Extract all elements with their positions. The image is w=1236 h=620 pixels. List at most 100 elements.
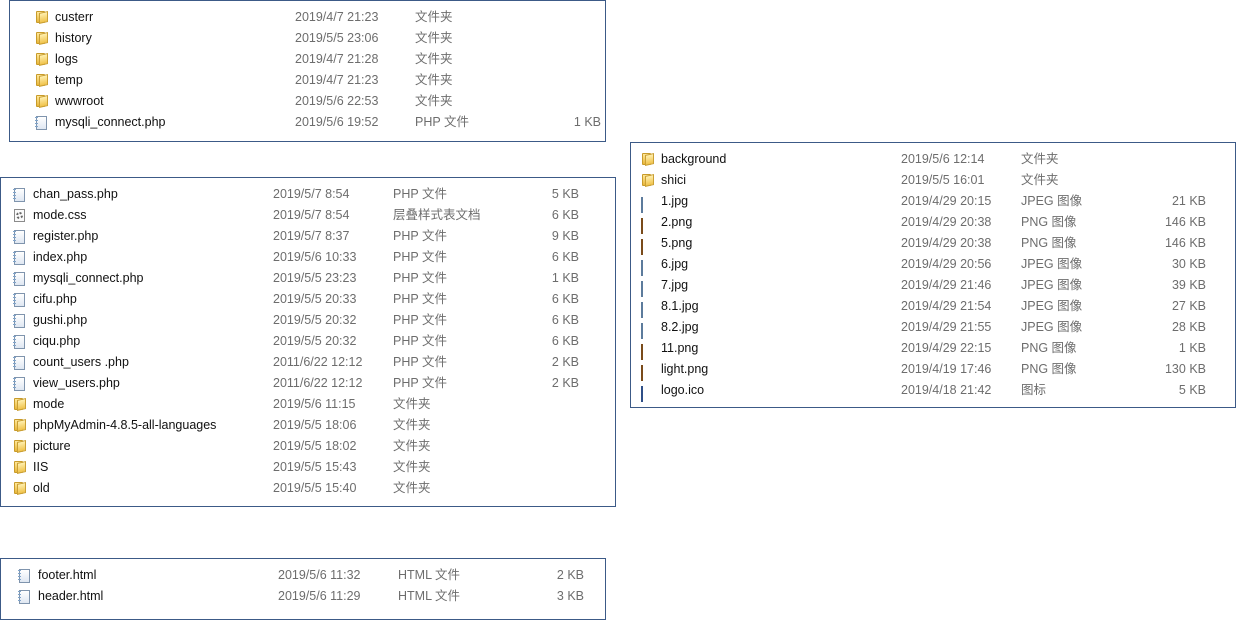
file-list-panel-top-left: custerr 2019/4/7 21:23 文件夹 history 2019/5/5 … [9,0,606,142]
file-row[interactable]: chan_pass.php 2019/5/7 8:54 PHP 文件 5 KB [1,184,615,205]
file-row[interactable]: 8.1.jpg 2019/4/29 21:54 JPEG 图像 27 KB [631,296,1235,318]
file-date-modified: 2019/5/5 16:01 [901,173,985,187]
png-image-icon [641,342,655,360]
file-type: 文件夹 [415,10,453,24]
file-row[interactable]: 6.jpg 2019/4/29 20:56 JPEG 图像 30 KB [631,254,1235,276]
file-row[interactable]: background 2019/5/6 12:14 文件夹 [631,149,1235,170]
file-row[interactable]: wwwroot 2019/5/6 22:53 文件夹 [10,91,605,112]
file-row[interactable]: logs 2019/4/7 21:28 文件夹 [10,49,605,70]
file-row[interactable]: mode 2019/5/6 11:15 文件夹 [1,394,615,415]
file-row[interactable]: old 2019/5/5 15:40 文件夹 [1,478,615,499]
file-type: 文件夹 [393,418,431,432]
file-size: 5 KB [1178,383,1206,397]
php-file-icon [13,293,27,307]
file-row[interactable]: custerr 2019/4/7 21:23 文件夹 [10,7,605,28]
folder-icon [641,174,655,187]
file-row[interactable]: phpMyAdmin-4.8.5-all-languages 2019/5/5 1… [1,415,615,436]
file-type: JPEG 图像 [1021,278,1083,292]
folder-icon [35,53,49,66]
file-date-modified: 2011/6/22 12:12 [273,355,363,369]
file-date-modified: 2019/5/5 15:43 [273,460,357,474]
file-type: PNG 图像 [1021,236,1077,250]
file-date-modified: 2019/5/6 22:53 [295,94,379,108]
file-date-modified: 2019/5/5 18:06 [273,418,357,432]
file-type: PHP 文件 [393,229,447,243]
file-type: JPEG 图像 [1021,257,1083,271]
file-name: 6.jpg [661,257,689,271]
file-type: PHP 文件 [393,271,447,285]
file-size: 2 KB [556,568,584,582]
file-row[interactable]: 7.jpg 2019/4/29 21:46 JPEG 图像 39 KB [631,275,1235,297]
file-row[interactable]: header.html 2019/5/6 11:29 HTML 文件 3 KB [1,586,605,607]
file-row[interactable]: 5.png 2019/4/29 20:38 PNG 图像 146 KB [631,233,1235,255]
php-file-icon [13,377,27,391]
file-name: ciqu.php [33,334,81,348]
file-type: JPEG 图像 [1021,320,1083,334]
file-type: PHP 文件 [393,376,447,390]
file-row[interactable]: IIS 2019/5/5 15:43 文件夹 [1,457,615,478]
file-type: 文件夹 [415,31,453,45]
file-name: cifu.php [33,292,77,306]
file-row[interactable]: cifu.php 2019/5/5 20:33 PHP 文件 6 KB [1,289,615,310]
folder-icon [35,11,49,24]
file-row[interactable]: temp 2019/4/7 21:23 文件夹 [10,70,605,91]
file-date-modified: 2019/5/5 20:32 [273,334,357,348]
file-name: 11.png [661,341,699,355]
file-row[interactable]: mysqli_connect.php 2019/5/5 23:23 PHP 文件 1 … [1,268,615,289]
file-type: PNG 图像 [1021,215,1077,229]
file-size: 6 KB [551,313,579,327]
file-name: footer.html [38,568,97,582]
file-date-modified: 2019/4/29 20:56 [901,257,992,271]
file-size: 28 KB [1171,320,1206,334]
folder-icon [13,419,27,432]
file-row[interactable]: view_users.php 2011/6/22 12:12 PHP 文件 2 KB [1,373,615,394]
file-row[interactable]: register.php 2019/5/7 8:37 PHP 文件 9 KB [1,226,615,247]
file-row[interactable]: index.php 2019/5/6 10:33 PHP 文件 6 KB [1,247,615,268]
file-row[interactable]: history 2019/5/5 23:06 文件夹 [10,28,605,49]
file-row[interactable]: count_users .php 2011/6/22 12:12 PHP 文件 2 K… [1,352,615,373]
jpeg-image-icon [641,321,655,339]
file-row[interactable]: light.png 2019/4/19 17:46 PNG 图像 130 KB [631,359,1235,381]
file-list-panel-right: background 2019/5/6 12:14 文件夹 shici 2019/5/5… [630,142,1236,408]
file-row[interactable]: ciqu.php 2019/5/5 20:32 PHP 文件 6 KB [1,331,615,352]
file-row[interactable]: mysqli_connect.php 2019/5/6 19:52 PHP 文件 1 … [10,112,605,133]
file-size: 6 KB [551,208,579,222]
php-file-icon [13,314,27,328]
file-type: PHP 文件 [393,250,447,264]
file-date-modified: 2019/5/5 23:06 [295,31,379,45]
file-name: background [661,152,727,166]
file-name: 1.jpg [661,194,689,208]
file-name: old [33,481,50,495]
file-row[interactable]: logo.ico 2019/4/18 21:42 图标 5 KB [631,380,1235,402]
file-row[interactable]: picture 2019/5/5 18:02 文件夹 [1,436,615,457]
file-size: 3 KB [556,589,584,603]
file-type: PHP 文件 [393,313,447,327]
folder-icon [35,95,49,108]
file-name: history [55,31,92,45]
folder-icon [35,32,49,45]
file-row[interactable]: 8.2.jpg 2019/4/29 21:55 JPEG 图像 28 KB [631,317,1235,339]
folder-icon [13,482,27,495]
file-date-modified: 2019/4/29 20:15 [901,194,992,208]
file-row[interactable]: 11.png 2019/4/29 22:15 PNG 图像 1 KB [631,338,1235,360]
file-date-modified: 2019/5/7 8:54 [273,187,350,201]
file-row[interactable]: mode.css 2019/5/7 8:54 层叠样式表文档 6 KB [1,205,615,226]
jpeg-image-icon [641,258,655,276]
folder-icon [35,74,49,87]
file-type: HTML 文件 [398,568,461,582]
file-row[interactable]: gushi.php 2019/5/5 20:32 PHP 文件 6 KB [1,310,615,331]
file-name: wwwroot [55,94,104,108]
file-type: PHP 文件 [393,292,447,306]
file-row[interactable]: 1.jpg 2019/4/29 20:15 JPEG 图像 21 KB [631,191,1235,213]
file-date-modified: 2019/5/6 12:14 [901,152,985,166]
file-size: 6 KB [551,250,579,264]
png-image-icon [641,216,655,234]
file-type: 层叠样式表文档 [393,208,481,222]
file-row[interactable]: 2.png 2019/4/29 20:38 PNG 图像 146 KB [631,212,1235,234]
file-name: custerr [55,10,94,24]
file-type: PHP 文件 [393,187,447,201]
file-type: 文件夹 [1021,152,1059,166]
file-name: mysqli_connect.php [55,115,166,129]
file-row[interactable]: footer.html 2019/5/6 11:32 HTML 文件 2 KB [1,565,605,586]
file-row[interactable]: shici 2019/5/5 16:01 文件夹 [631,170,1235,191]
